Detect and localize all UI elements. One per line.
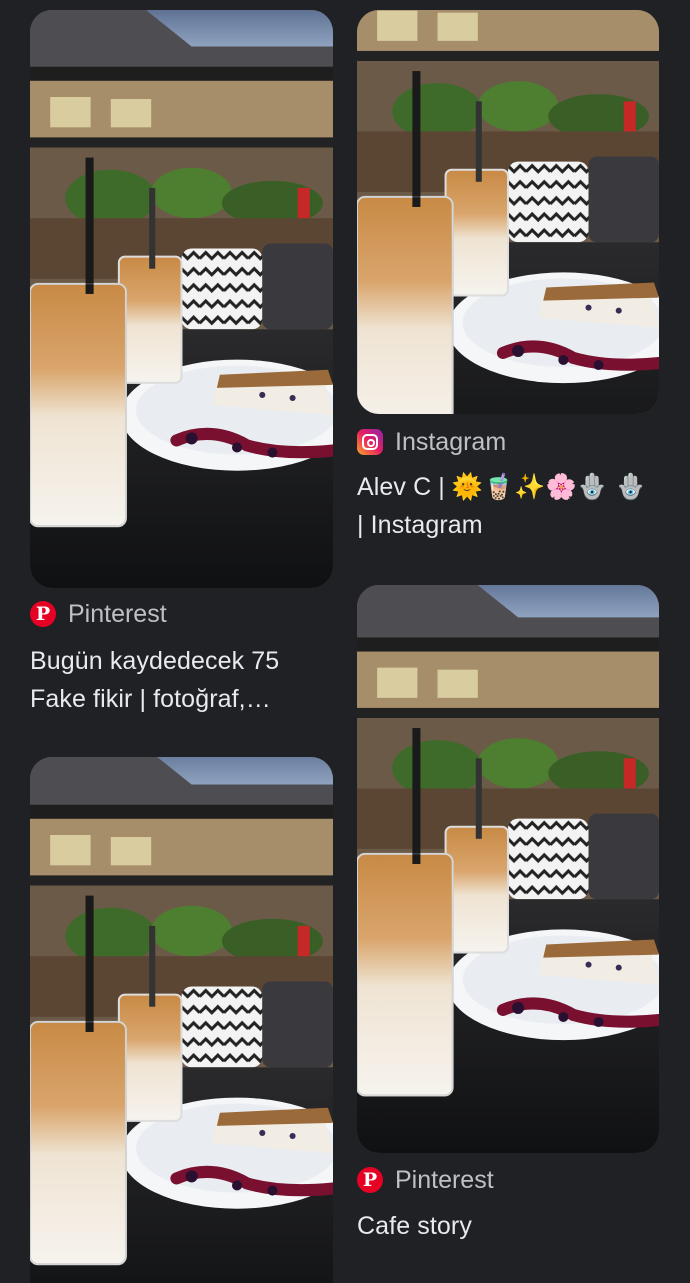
pinterest-icon: P (357, 1167, 383, 1193)
result-thumbnail[interactable] (357, 585, 659, 1153)
source-label: Instagram (395, 427, 507, 456)
source-label: Pinterest (68, 599, 167, 628)
result-title[interactable]: Bugün kaydedecek 75 Fake fikir | fotoğra… (30, 642, 320, 718)
instagram-icon (357, 429, 383, 455)
source-label: Pinterest (395, 1165, 494, 1194)
result-source[interactable]: P Pinterest (357, 1165, 494, 1195)
pinterest-icon: P (30, 601, 56, 627)
result-source[interactable]: P Pinterest (30, 599, 167, 629)
result-thumbnail[interactable] (30, 757, 333, 1283)
result-thumbnail[interactable] (30, 10, 333, 588)
result-source[interactable]: Instagram (357, 427, 506, 457)
result-title[interactable]: Cafe story (357, 1207, 647, 1245)
search-results-grid: P Pinterest Bugün kaydedecek 75 Fake fik… (0, 0, 690, 1283)
result-thumbnail[interactable] (357, 10, 659, 414)
result-title[interactable]: Alev C | 🌞🧋✨🌸🪬 🪬 | Instagram (357, 468, 647, 544)
